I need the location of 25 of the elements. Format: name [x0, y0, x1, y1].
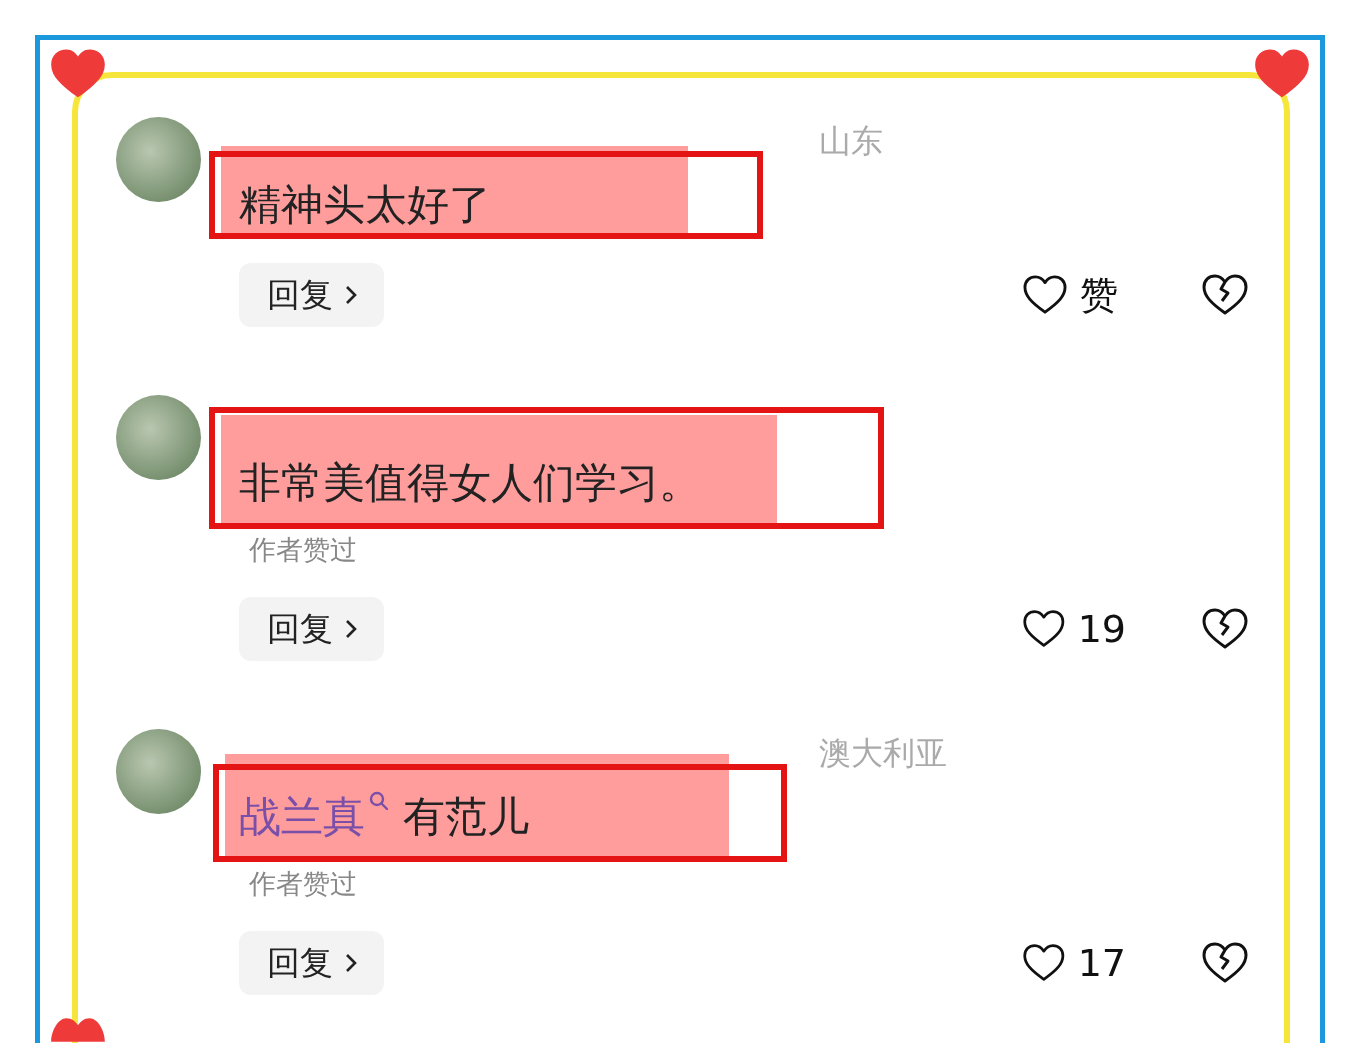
location-label: 山东 — [819, 121, 883, 162]
heart-icon — [1022, 942, 1066, 984]
heart-icon — [1022, 274, 1068, 316]
chevron-icon — [344, 953, 357, 973]
location-label: 澳大利亚 — [819, 733, 947, 774]
heart-decoration-icon — [50, 1017, 106, 1043]
heart-decoration-icon — [1254, 48, 1310, 100]
broken-heart-icon[interactable] — [1200, 607, 1250, 651]
broken-heart-icon[interactable] — [1200, 273, 1250, 317]
chevron-icon — [344, 285, 357, 305]
author-liked-tag: 作者赞过 — [239, 864, 1254, 904]
heart-icon — [1022, 608, 1066, 650]
like-button[interactable]: 赞 — [1022, 269, 1126, 321]
like-button[interactable]: 17 — [1022, 941, 1126, 985]
like-button[interactable]: 19 — [1022, 607, 1126, 651]
heart-decoration-icon — [50, 48, 106, 100]
reply-button[interactable]: 回复 — [239, 931, 384, 995]
chevron-icon — [344, 619, 357, 639]
reply-button[interactable]: 回复 — [239, 263, 384, 327]
comment-text: 非常美值得女人们学习。 — [239, 457, 701, 509]
comment-text: 精神头太好了 — [239, 179, 491, 231]
reply-button[interactable]: 回复 — [239, 597, 384, 661]
author-liked-tag: 作者赞过 — [239, 530, 1254, 570]
broken-heart-icon[interactable] — [1200, 941, 1250, 985]
comment-text: 战兰真 有范儿 — [239, 786, 529, 848]
